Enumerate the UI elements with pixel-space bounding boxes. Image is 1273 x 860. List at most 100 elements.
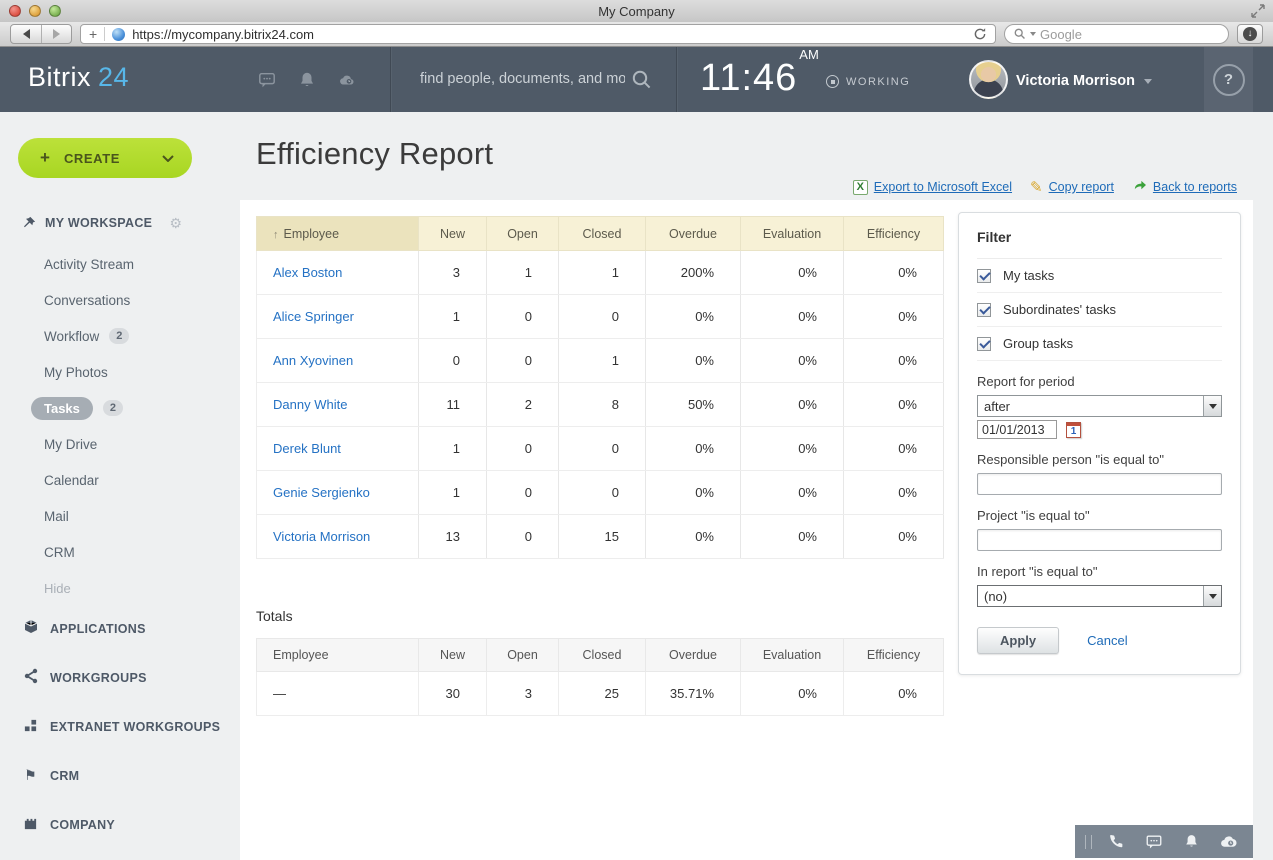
- dropdown-arrow-icon[interactable]: [1203, 396, 1221, 416]
- sidebar-section-crm[interactable]: ⚑ CRM: [0, 751, 240, 800]
- forward-button[interactable]: [41, 25, 71, 43]
- column-header-overdue[interactable]: Overdue: [646, 217, 741, 251]
- content-panel: Employee New Open Closed Overdue Evaluat…: [240, 200, 1253, 860]
- employee-link[interactable]: Danny White: [273, 397, 347, 412]
- new-tab-button[interactable]: +: [89, 26, 97, 42]
- notifications-bell-icon[interactable]: [298, 71, 316, 89]
- dock-drag-handle[interactable]: [1085, 835, 1092, 849]
- downloads-button[interactable]: ↓: [1237, 24, 1263, 44]
- employee-link[interactable]: Derek Blunt: [273, 441, 341, 456]
- address-bar[interactable]: + https://mycompany.bitrix24.com: [80, 24, 996, 44]
- column-header-new[interactable]: New: [419, 217, 487, 251]
- sidebar-item-calendar[interactable]: Calendar: [0, 462, 240, 498]
- table-cell: 0: [559, 295, 646, 339]
- phone-icon[interactable]: [1098, 833, 1135, 850]
- employee-link[interactable]: Ann Xyovinen: [273, 353, 353, 368]
- flag-icon: ⚑: [22, 767, 39, 784]
- notifications-bell-icon[interactable]: [1173, 833, 1210, 850]
- in-report-select[interactable]: (no): [977, 585, 1222, 607]
- sidebar-hide-link[interactable]: Hide: [0, 570, 240, 606]
- employee-link[interactable]: Victoria Morrison: [273, 529, 370, 544]
- sidebar-item-conversations[interactable]: Conversations: [0, 282, 240, 318]
- company-icon: [22, 816, 39, 834]
- workspace-header[interactable]: MY WORKSPACE ⚙: [0, 208, 240, 238]
- table-row: Victoria Morrison130150%0%0%: [257, 515, 944, 559]
- sidebar-section-company[interactable]: COMPANY: [0, 800, 240, 849]
- checkbox-icon[interactable]: [977, 337, 991, 351]
- totals-table: Employee New Open Closed Overdue Evaluat…: [256, 638, 944, 716]
- browser-search-field[interactable]: Google: [1004, 24, 1229, 44]
- table-row: Genie Sergienko1000%0%0%: [257, 471, 944, 515]
- messages-icon[interactable]: [258, 71, 276, 89]
- minimize-window-button[interactable]: [29, 5, 41, 17]
- table-cell: 0%: [844, 251, 944, 295]
- period-select[interactable]: after: [977, 395, 1222, 417]
- sidebar-item-my-photos[interactable]: My Photos: [0, 354, 240, 390]
- filter-checkbox-subordinates-tasks[interactable]: Subordinates' tasks: [977, 293, 1222, 327]
- filter-checkbox-group-tasks[interactable]: Group tasks: [977, 327, 1222, 361]
- chat-icon[interactable]: [1135, 833, 1172, 851]
- user-menu[interactable]: Victoria Morrison: [1016, 73, 1152, 89]
- employee-link[interactable]: Alice Springer: [273, 309, 354, 324]
- create-button[interactable]: + CREATE: [18, 138, 192, 178]
- sidebar-section-applications[interactable]: APPLICATIONS: [0, 604, 240, 653]
- period-date-input[interactable]: [977, 420, 1057, 439]
- cloud-clock-icon[interactable]: [1210, 832, 1247, 851]
- sidebar-item-workflow[interactable]: Workflow2: [0, 318, 240, 354]
- responsible-input[interactable]: [977, 473, 1222, 495]
- help-button[interactable]: ?: [1213, 64, 1245, 96]
- table-cell: 3: [419, 251, 487, 295]
- sidebar-item-activity-stream[interactable]: Activity Stream: [0, 246, 240, 282]
- table-cell: 0: [487, 471, 559, 515]
- back-to-reports-action[interactable]: Back to reports: [1132, 179, 1237, 195]
- close-window-button[interactable]: [9, 5, 21, 17]
- cloud-icon[interactable]: [338, 71, 356, 89]
- table-cell: 1: [487, 251, 559, 295]
- sidebar-item-crm[interactable]: CRM: [0, 534, 240, 570]
- period-label: Report for period: [977, 374, 1222, 389]
- calendar-icon[interactable]: [1066, 422, 1081, 438]
- copy-report-action[interactable]: ✎ Copy report: [1030, 178, 1114, 196]
- sidebar-section-workgroups[interactable]: WORKGROUPS: [0, 653, 240, 702]
- reload-icon[interactable]: [973, 27, 987, 41]
- back-button[interactable]: [11, 25, 41, 43]
- gear-icon[interactable]: ⚙: [169, 215, 182, 232]
- checkbox-icon[interactable]: [977, 269, 991, 283]
- search-engine-caret-icon[interactable]: [1030, 32, 1036, 39]
- table-cell: 0%: [741, 295, 844, 339]
- table-cell: 0%: [646, 339, 741, 383]
- sidebar-item-mail[interactable]: Mail: [0, 498, 240, 534]
- table-cell: 1: [559, 339, 646, 383]
- global-search-icon[interactable]: [631, 69, 653, 91]
- column-header-closed[interactable]: Closed: [559, 217, 646, 251]
- sidebar-item-tasks[interactable]: Tasks2: [0, 390, 240, 426]
- filter-checkbox-my-tasks[interactable]: My tasks: [977, 259, 1222, 293]
- sidebar-item-my-drive[interactable]: My Drive: [0, 426, 240, 462]
- user-avatar[interactable]: [969, 60, 1008, 99]
- checkbox-icon[interactable]: [977, 303, 991, 317]
- employee-link[interactable]: Alex Boston: [273, 265, 342, 280]
- column-header-evaluation[interactable]: Evaluation: [741, 217, 844, 251]
- column-header-efficiency[interactable]: Efficiency: [844, 217, 944, 251]
- site-globe-icon: [112, 28, 125, 41]
- table-cell: 0%: [646, 427, 741, 471]
- totals-cell: 25: [559, 672, 646, 716]
- apply-button[interactable]: Apply: [977, 627, 1059, 654]
- bitrix24-logo[interactable]: Bitrix24: [28, 62, 129, 93]
- fullscreen-icon[interactable]: [1251, 4, 1265, 18]
- employee-link[interactable]: Genie Sergienko: [273, 485, 370, 500]
- project-input[interactable]: [977, 529, 1222, 551]
- column-header-employee[interactable]: Employee: [257, 217, 419, 251]
- table-header-row: Employee New Open Closed Overdue Evaluat…: [257, 217, 944, 251]
- cancel-link[interactable]: Cancel: [1087, 633, 1127, 648]
- work-clock[interactable]: 11:46AM: [700, 57, 817, 100]
- sidebar-section-extranet[interactable]: EXTRANET WORKGROUPS: [0, 702, 240, 751]
- dropdown-arrow-icon[interactable]: [1203, 586, 1221, 606]
- zoom-window-button[interactable]: [49, 5, 61, 17]
- working-status[interactable]: WORKING: [826, 75, 910, 88]
- export-excel-action[interactable]: X Export to Microsoft Excel: [853, 180, 1012, 195]
- quick-access-dock: [1075, 825, 1253, 858]
- column-header-open[interactable]: Open: [487, 217, 559, 251]
- global-search-input[interactable]: [420, 67, 625, 91]
- url-text[interactable]: https://mycompany.bitrix24.com: [132, 27, 966, 42]
